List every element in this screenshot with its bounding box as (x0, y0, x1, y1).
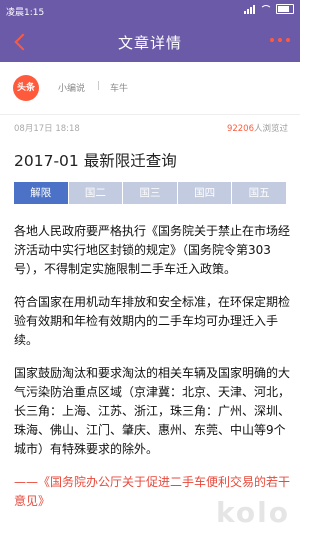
paragraph-3: 国家鼓励淘汰和要求淘汰的相关车辆及国家明确的大气污染防治重点区域（京津冀：北京、… (14, 366, 291, 456)
source-separator: | (97, 81, 101, 91)
more-options-icon[interactable] (270, 38, 290, 42)
author-name[interactable]: 小编说 (58, 81, 85, 94)
view-count-suffix: 人浏览过 (253, 124, 288, 134)
battery-icon (276, 4, 294, 14)
tab-guo5[interactable]: 国五 (232, 182, 286, 204)
meta-row: 08月17日 18:18 92206人浏览过 (0, 114, 300, 140)
nav-bar: 文章详情 (0, 20, 300, 62)
status-time: 凌晨1:15 (6, 8, 45, 18)
source-quote-link[interactable]: ——《国务院办公厅关于促进二手车便利交易的若干意见》 (14, 473, 290, 511)
article-title: 2017-01 最新限迁查询 (14, 152, 177, 170)
status-bar: 凌晨1:15 (0, 0, 300, 20)
tab-guo4[interactable]: 国四 (177, 182, 233, 204)
paragraph-2: 符合国家在用机动车排放和安全标准，在环保定期检验有效期和年检有效期内的二手车均可… (14, 295, 291, 347)
category-label[interactable]: 车牛 (110, 81, 128, 94)
status-icons (244, 4, 294, 14)
view-count: 92206人浏览过 (227, 122, 288, 134)
publish-date: 08月17日 18:18 (14, 124, 80, 134)
tab-guo3[interactable]: 国三 (123, 182, 178, 204)
source-logo[interactable]: 头条 (13, 75, 39, 101)
paragraph-1: 各地人民政府要严格执行《国务院关于禁止在市场经济活动中实行地区封锁的规定》（国务… (14, 224, 291, 276)
tab-guo2[interactable]: 国二 (68, 182, 124, 204)
page-title: 文章详情 (117, 34, 182, 52)
tab-jiexian[interactable]: 解限 (14, 182, 69, 204)
article-body: 各地人民政府要严格执行《国务院关于禁止在市场经济活动中实行地区封锁的规定》（国务… (14, 222, 290, 525)
wifi-icon (260, 4, 272, 14)
signal-icon (244, 4, 256, 14)
view-count-number: 92206 (226, 124, 254, 134)
emission-tabs: 解限 国二 国三 国四 国五 (14, 182, 286, 204)
source-row: 头条 小编说 | 车牛 (0, 62, 300, 115)
